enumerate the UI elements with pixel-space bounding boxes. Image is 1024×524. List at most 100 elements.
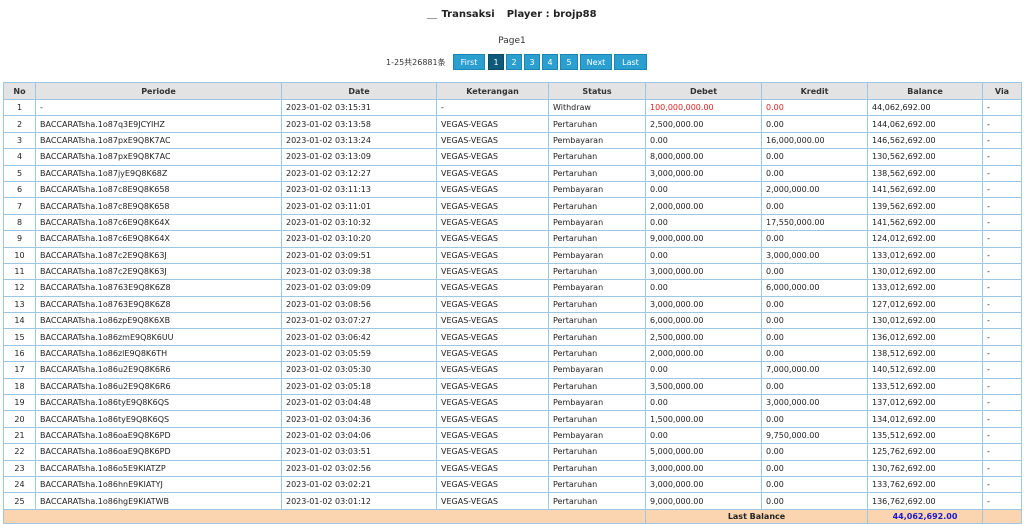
cell-via: -	[982, 180, 1022, 199]
column-header-no[interactable]: No	[3, 82, 36, 100]
last-page-button[interactable]: Last	[614, 54, 647, 70]
first-page-button[interactable]: First	[453, 54, 485, 70]
cell-periode: BACCARATsha.1o86zpE9Q8K6XB	[35, 312, 282, 330]
cell-keterangan: VEGAS-VEGAS	[436, 213, 549, 232]
cell-kredit: 0.00	[761, 475, 868, 494]
cell-no: 15	[3, 328, 36, 346]
cell-kredit: 0.00	[761, 459, 868, 477]
cell-status: Pembayaran	[548, 131, 646, 150]
cell-via: -	[982, 279, 1022, 297]
cell-status: Pembayaran	[548, 394, 646, 412]
cell-status: Pertaruhan	[548, 410, 646, 428]
cell-kredit: 3,000,000.00	[761, 246, 868, 264]
cell-balance: 127,012,692.00	[867, 295, 983, 314]
cell-via: -	[982, 459, 1022, 477]
cell-status: Pertaruhan	[548, 492, 646, 510]
cell-debet: 0.00	[645, 426, 762, 445]
cell-balance: 130,012,692.00	[867, 262, 983, 281]
cell-kredit: 0.00	[761, 230, 868, 248]
cell-no: 24	[3, 475, 36, 494]
cell-via: -	[982, 394, 1022, 412]
cell-periode: BACCARATsha.1o86zmE9Q8K6UU	[35, 328, 282, 346]
pagination-summary: 1-25共26881条	[386, 58, 446, 67]
cell-balance: 133,012,692.00	[867, 246, 983, 264]
cell-no: 1	[3, 98, 36, 117]
cell-debet: 0.00	[645, 131, 762, 150]
cell-via: -	[982, 98, 1022, 117]
cell-via: -	[982, 312, 1022, 330]
cell-no: 20	[3, 410, 36, 428]
table-row: 10 BACCARATsha.1o87c2E9Q8K63J 2023-01-02 0…	[3, 246, 1022, 264]
column-header-keterangan[interactable]: Keterangan	[436, 82, 549, 100]
cell-keterangan: VEGAS-VEGAS	[436, 180, 549, 199]
cell-no: 19	[3, 394, 36, 412]
cell-no: 25	[3, 492, 36, 510]
cell-balance: 146,562,692.00	[867, 131, 983, 150]
cell-keterangan: VEGAS-VEGAS	[436, 262, 549, 281]
cell-periode: BACCARATsha.1o87pxE9Q8K7AC	[35, 148, 282, 166]
page-button-5[interactable]: 5	[560, 54, 578, 70]
page-button-1[interactable]: 1	[488, 54, 504, 70]
cell-status: Pertaruhan	[548, 328, 646, 346]
column-header-kredit[interactable]: Kredit	[761, 82, 868, 100]
column-header-periode[interactable]: Periode	[35, 82, 282, 100]
cell-balance: 138,512,692.00	[867, 344, 983, 363]
cell-balance: 125,762,692.00	[867, 443, 983, 461]
cell-debet: 6,000,000.00	[645, 312, 762, 330]
column-header-balance[interactable]: Balance	[867, 82, 983, 100]
cell-keterangan: VEGAS-VEGAS	[436, 295, 549, 314]
cell-via: -	[982, 262, 1022, 281]
transaksi-label: Transaksi	[441, 9, 495, 20]
cell-date: 2023-01-02 03:05:30	[281, 361, 437, 379]
cell-status: Pertaruhan	[548, 443, 646, 461]
cell-status: Pertaruhan	[548, 459, 646, 477]
cell-via: -	[982, 344, 1022, 363]
cell-via: -	[982, 426, 1022, 445]
cell-no: 9	[3, 230, 36, 248]
cell-periode: BACCARATsha.1o87c2E9Q8K63J	[35, 262, 282, 281]
cell-status: Pertaruhan	[548, 148, 646, 166]
column-header-status[interactable]: Status	[548, 82, 646, 100]
cell-periode: BACCARATsha.1o8763E9Q8K6Z8	[35, 295, 282, 314]
cell-date: 2023-01-02 03:15:31	[281, 98, 437, 117]
cell-status: Pembayaran	[548, 426, 646, 445]
column-header-debet[interactable]: Debet	[645, 82, 762, 100]
cell-date: 2023-01-02 03:09:38	[281, 262, 437, 281]
cell-via: -	[982, 377, 1022, 396]
cell-keterangan: VEGAS-VEGAS	[436, 312, 549, 330]
cell-date: 2023-01-02 03:07:27	[281, 312, 437, 330]
cell-date: 2023-01-02 03:01:12	[281, 492, 437, 510]
cell-kredit: 0.00	[761, 443, 868, 461]
cell-date: 2023-01-02 03:05:59	[281, 344, 437, 363]
cell-kredit: 0.00	[761, 492, 868, 510]
table-row: 20 BACCARATsha.1o86tyE9Q8K6QS 2023-01-02 0…	[3, 410, 1022, 428]
cell-keterangan: VEGAS-VEGAS	[436, 377, 549, 396]
cell-balance: 124,012,692.00	[867, 230, 983, 248]
cell-date: 2023-01-02 03:13:24	[281, 131, 437, 150]
cell-balance: 130,012,692.00	[867, 312, 983, 330]
cell-status: Pertaruhan	[548, 344, 646, 363]
transaksi-selector[interactable]	[427, 10, 438, 19]
cell-keterangan: VEGAS-VEGAS	[436, 131, 549, 150]
table-row: 15 BACCARATsha.1o86zmE9Q8K6UU 2023-01-02 0…	[3, 328, 1022, 346]
cell-balance: 136,012,692.00	[867, 328, 983, 346]
cell-balance: 138,562,692.00	[867, 164, 983, 182]
next-page-button[interactable]: Next	[580, 54, 612, 70]
cell-debet: 3,000,000.00	[645, 459, 762, 477]
cell-balance: 136,762,692.00	[867, 492, 983, 510]
cell-balance: 141,562,692.00	[867, 180, 983, 199]
cell-debet: 3,500,000.00	[645, 377, 762, 396]
cell-keterangan: VEGAS-VEGAS	[436, 459, 549, 477]
cell-periode: BACCARATsha.1o86hgE9KIATWB	[35, 492, 282, 510]
page-button-2[interactable]: 2	[506, 54, 522, 70]
cell-keterangan: VEGAS-VEGAS	[436, 246, 549, 264]
column-header-date[interactable]: Date	[281, 82, 437, 100]
column-header-via[interactable]: Via	[982, 82, 1022, 100]
table-row: 24 BACCARATsha.1o86hnE9KIATYJ 2023-01-02 0…	[3, 475, 1022, 494]
page-button-3[interactable]: 3	[524, 54, 540, 70]
cell-via: -	[982, 410, 1022, 428]
page-button-4[interactable]: 4	[542, 54, 558, 70]
cell-kredit: 0.00	[761, 410, 868, 428]
cell-balance: 130,762,692.00	[867, 459, 983, 477]
cell-date: 2023-01-02 03:09:09	[281, 279, 437, 297]
